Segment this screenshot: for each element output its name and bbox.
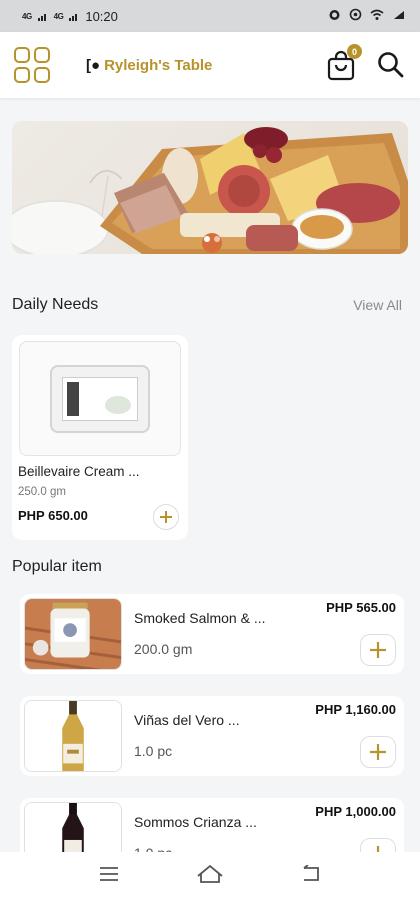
product-weight: 1.0 pc bbox=[134, 743, 173, 759]
vpn-icon bbox=[349, 8, 362, 24]
plus-icon bbox=[160, 511, 172, 523]
app-header: [● Ryleigh's Table 0 bbox=[0, 32, 420, 98]
product-name: Sommos Crianza ... bbox=[134, 814, 257, 830]
product-card[interactable]: Beillevaire Cream ... 250.0 gm PHP 650.0… bbox=[12, 335, 188, 540]
product-name: Smoked Salmon & ... bbox=[134, 610, 266, 626]
promo-banner[interactable] bbox=[12, 121, 408, 254]
product-price: PHP 1,160.00 bbox=[315, 702, 396, 717]
wifi-icon bbox=[370, 9, 384, 24]
signal-indicator-2: 4G bbox=[53, 11, 64, 21]
cart-button[interactable]: 0 bbox=[326, 44, 362, 82]
product-price: PHP 650.00 bbox=[18, 508, 88, 523]
add-to-cart-button[interactable] bbox=[360, 634, 396, 666]
product-price: PHP 565.00 bbox=[326, 600, 396, 615]
banner-pagination bbox=[204, 236, 220, 242]
popular-item-card[interactable]: Smoked Salmon & ... 200.0 gm PHP 565.00 bbox=[20, 594, 404, 674]
battery-icon bbox=[392, 9, 406, 24]
status-bar: 4G 4G 10:20 bbox=[0, 0, 420, 32]
grid-menu-icon[interactable] bbox=[14, 47, 50, 83]
product-name: Viñas del Vero ... bbox=[134, 712, 240, 728]
signal-indicator-1: 4G bbox=[22, 11, 32, 21]
product-image bbox=[24, 598, 122, 670]
product-weight: 250.0 gm bbox=[18, 486, 66, 498]
popular-title: Popular item bbox=[12, 558, 102, 575]
cart-count-badge: 0 bbox=[347, 44, 362, 59]
home-icon[interactable] bbox=[196, 864, 224, 889]
product-image bbox=[24, 700, 122, 772]
charcuterie-board-image bbox=[12, 127, 408, 254]
brand-logo-mark: [● bbox=[86, 56, 101, 74]
product-image bbox=[19, 341, 181, 456]
add-to-cart-button[interactable] bbox=[360, 736, 396, 768]
signal-bars-icon bbox=[69, 9, 79, 24]
hamburger-icon[interactable] bbox=[98, 866, 120, 887]
popular-item-card[interactable]: Viñas del Vero ... 1.0 pc PHP 1,160.00 bbox=[20, 696, 404, 776]
plus-icon bbox=[370, 744, 386, 760]
alarm-icon bbox=[328, 8, 341, 24]
view-all-link[interactable]: View All bbox=[353, 297, 402, 313]
search-icon bbox=[378, 52, 404, 78]
product-name: Beillevaire Cream ... bbox=[18, 464, 140, 479]
brand-logo: [● Ryleigh's Table bbox=[86, 57, 212, 74]
back-icon[interactable] bbox=[300, 863, 322, 888]
search-button[interactable] bbox=[376, 50, 406, 80]
daily-needs-title: Daily Needs bbox=[12, 296, 99, 313]
system-nav-bar bbox=[0, 852, 420, 900]
signal-bars-icon bbox=[37, 9, 48, 24]
product-price: PHP 1,000.00 bbox=[315, 804, 396, 819]
plus-icon bbox=[370, 642, 386, 658]
status-time: 10:20 bbox=[85, 8, 118, 24]
product-weight: 200.0 gm bbox=[134, 641, 193, 657]
brand-name: Ryleigh's Table bbox=[104, 56, 213, 74]
add-to-cart-button[interactable] bbox=[153, 504, 179, 530]
